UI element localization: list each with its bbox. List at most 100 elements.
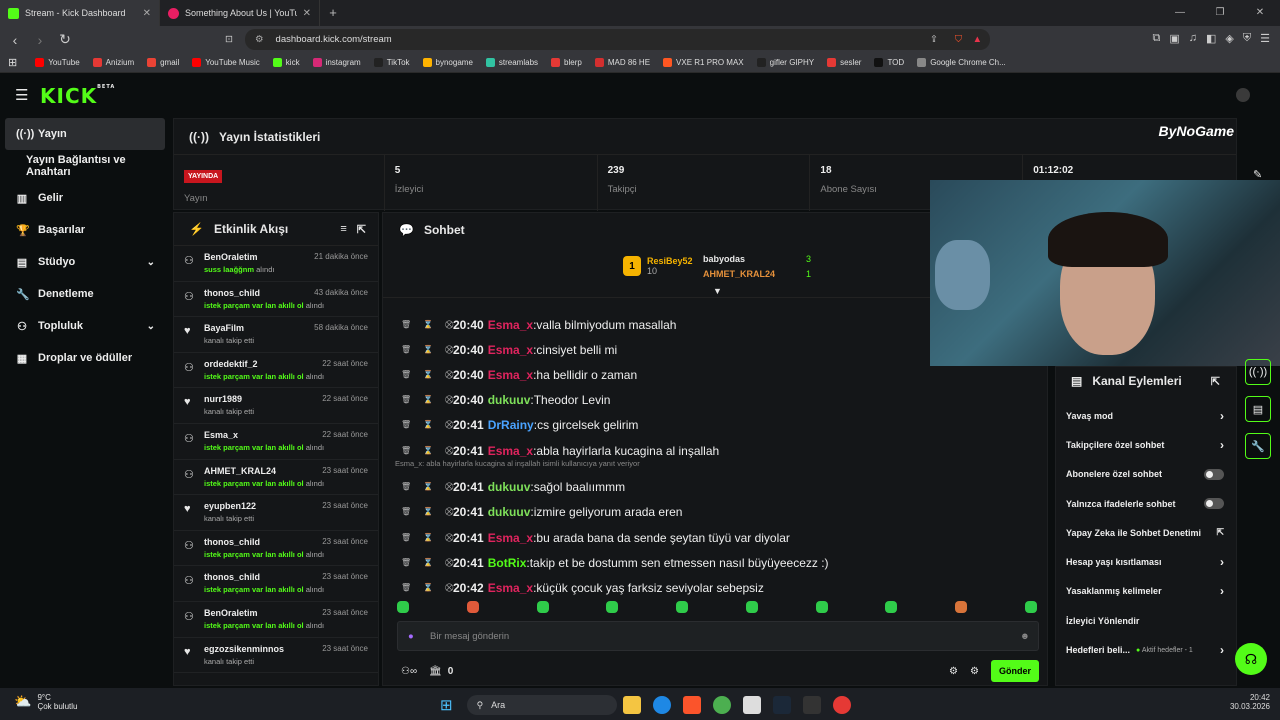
mod-tool-button[interactable]: ▤ <box>1245 396 1271 422</box>
emoji-icon[interactable]: ☻ <box>1020 631 1030 642</box>
url-bar[interactable]: ⊡ ⚙ dashboard.kick.com/stream ⇪ ⛉ ▲ <box>225 29 990 50</box>
sidebar-item[interactable]: ((·)) Yayın <box>5 118 165 150</box>
emote-icon[interactable] <box>745 601 758 613</box>
channel-option[interactable]: Hedefleri beli... ● Aktif hedefler - 1 › <box>1056 635 1236 664</box>
store-icon[interactable] <box>742 696 761 714</box>
settings-icon[interactable]: ⚙ <box>949 666 958 677</box>
timeout-icon[interactable]: ⌛ <box>423 370 433 380</box>
delete-icon[interactable]: 🗑 <box>401 507 411 517</box>
delete-icon[interactable]: 🗑 <box>401 583 411 593</box>
gifter-name[interactable]: AHMET_KRAL24 <box>703 269 775 279</box>
bookmark-item[interactable]: MAD 86 HE <box>594 58 650 67</box>
delete-icon[interactable]: 🗑 <box>401 482 411 492</box>
message-username[interactable]: Esma_x <box>488 318 533 332</box>
timeout-icon[interactable]: ⌛ <box>423 583 433 593</box>
epic-icon[interactable] <box>802 696 821 714</box>
vpn-icon[interactable]: ⛨ <box>1243 32 1251 45</box>
emote-icon[interactable] <box>885 601 898 613</box>
bookmark-item[interactable]: YouTube <box>35 58 80 67</box>
bookmark-item[interactable]: instagram <box>312 58 361 67</box>
avatar[interactable] <box>1236 88 1250 102</box>
brave-shield-icon[interactable]: ⛉ <box>955 34 962 45</box>
file-explorer-icon[interactable] <box>622 696 641 714</box>
popout-icon[interactable]: ⇱ <box>357 223 366 236</box>
activity-username[interactable]: BayaFilm <box>204 323 244 333</box>
timeout-icon[interactable]: ⌛ <box>423 320 433 330</box>
activity-username[interactable]: thonos_child <box>204 537 260 547</box>
channel-option[interactable]: Hesap yaşı kısıtlaması › <box>1056 547 1236 576</box>
bookmark-item[interactable]: Anizium <box>92 58 134 67</box>
bookmark-item[interactable]: gmail <box>147 58 179 67</box>
extensions-icon[interactable]: ⧉ <box>1152 32 1160 45</box>
filter-icon[interactable]: ≡ <box>340 223 346 235</box>
delete-icon[interactable]: 🗑 <box>401 395 411 405</box>
message-username[interactable]: Esma_x <box>488 531 533 545</box>
bookmark-icon[interactable]: ⊡ <box>225 34 233 45</box>
channel-option[interactable]: Yapay Zeka ile Sohbet Denetimi ⇱ <box>1056 518 1236 547</box>
rewards-icon[interactable]: ▲ <box>973 34 982 45</box>
channel-option[interactable]: Takipçilere özel sohbet › <box>1056 430 1236 459</box>
recorder-icon[interactable] <box>832 696 851 714</box>
emote-icon[interactable] <box>606 601 619 613</box>
message-username[interactable]: dukuuv <box>488 480 531 494</box>
activity-username[interactable]: AHMET_KRAL24 <box>204 466 276 476</box>
close-tab-icon[interactable]: ✕ <box>143 8 151 19</box>
collapse-icon[interactable]: ▼ <box>713 286 722 296</box>
activity-username[interactable]: Esma_x <box>204 430 238 440</box>
activity-username[interactable]: nurr1989 <box>204 394 242 404</box>
message-username[interactable]: BotRix <box>488 556 527 570</box>
sidebar-item[interactable]: ⚇ Topluluk ⌄ <box>0 310 170 342</box>
edge-icon[interactable] <box>652 696 671 714</box>
top-gifter-name[interactable]: ResiBey52 <box>647 256 693 266</box>
emote-icon[interactable] <box>955 601 968 613</box>
hamburger-menu-icon[interactable]: ☰ <box>15 86 28 104</box>
users-icon[interactable]: ⚇∞ <box>401 666 417 677</box>
wrench-tool-button[interactable]: 🔧 <box>1245 433 1271 459</box>
delete-icon[interactable]: 🗑 <box>401 320 411 330</box>
message-username[interactable]: Esma_x <box>488 581 533 595</box>
bookmark-item[interactable]: TOD <box>874 58 904 67</box>
emote-icon[interactable] <box>466 601 479 613</box>
emote-icon[interactable] <box>1024 601 1037 613</box>
sidebar-item[interactable]: ▤ Stüdyo ⌄ <box>0 246 170 278</box>
reload-icon[interactable]: ↻ <box>55 31 75 48</box>
maximize-icon[interactable]: ❐ <box>1200 0 1240 26</box>
channel-option[interactable]: Abonelere özel sohbet <box>1056 460 1236 489</box>
gifter-name[interactable]: babyodas <box>703 254 745 264</box>
brave-icon[interactable] <box>682 696 701 714</box>
broadcast-tool-button[interactable]: ((·)) <box>1245 359 1271 385</box>
activity-username[interactable]: thonos_child <box>204 288 260 298</box>
kick-logo[interactable]: KICKBETA <box>40 84 115 108</box>
send-button[interactable]: Gönder <box>990 660 1039 682</box>
timeout-icon[interactable]: ⌛ <box>423 345 433 355</box>
bookmark-item[interactable]: streamlabs <box>485 58 538 67</box>
forward-icon[interactable]: › <box>30 32 50 48</box>
message-username[interactable]: Esma_x <box>488 444 533 458</box>
bookmark-item[interactable]: gifler GIPHY <box>756 58 814 67</box>
timeout-icon[interactable]: ⌛ <box>423 482 433 492</box>
channel-option[interactable]: İzleyici Yönlendir <box>1056 606 1236 635</box>
taskbar-search[interactable]: ⚲ Ara <box>466 695 617 715</box>
bookmark-item[interactable]: bynogame <box>422 58 473 67</box>
delete-icon[interactable]: 🗑 <box>401 446 411 456</box>
timeout-icon[interactable]: ⌛ <box>423 446 433 456</box>
chrome-icon[interactable] <box>712 696 731 714</box>
sidebar-item[interactable]: 🔧 Denetleme <box>0 278 170 310</box>
site-info-icon[interactable]: ⚙ <box>255 34 264 45</box>
browser-tab-youtube[interactable]: Something About Us | YouTube M ✕ <box>160 0 320 26</box>
points-icon[interactable]: 🏛 <box>429 666 442 677</box>
delete-icon[interactable]: 🗑 <box>401 345 411 355</box>
screenshot-icon[interactable]: ▣ <box>1169 32 1179 45</box>
bookmark-item[interactable]: Google Chrome Ch... <box>917 58 1006 67</box>
sidebar-item[interactable]: ▥ Gelir <box>0 182 170 214</box>
delete-icon[interactable]: 🗑 <box>401 370 411 380</box>
bookmark-item[interactable]: kick <box>272 58 300 67</box>
timeout-icon[interactable]: ⌛ <box>423 395 433 405</box>
popout-icon[interactable]: ⇱ <box>1211 375 1220 388</box>
emote-icon[interactable] <box>397 601 409 613</box>
mic-icon[interactable]: ● <box>408 631 414 642</box>
wallet-icon[interactable]: ◈ <box>1225 32 1233 45</box>
toggle-switch[interactable] <box>1204 498 1224 510</box>
sidebar-item[interactable]: 🏆 Başarılar <box>0 214 170 246</box>
message-username[interactable]: dukuuv <box>488 393 531 407</box>
